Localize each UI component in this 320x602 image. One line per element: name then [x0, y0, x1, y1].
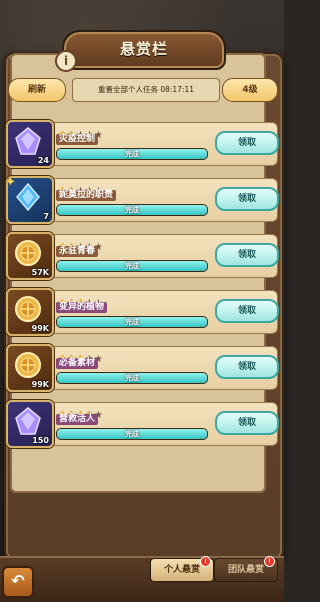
- progress-bar: 完成: [56, 428, 208, 440]
- reward-count: 99K: [31, 324, 49, 333]
- progress-label: 完成: [125, 262, 139, 270]
- top-bar: 刷新 重置全部个人任务 08:17:11 4级: [8, 78, 278, 102]
- star-rating: ★★★★★: [58, 235, 103, 253]
- alert-badge: !: [264, 556, 275, 567]
- quest-name: 灾疫控制: [56, 134, 99, 145]
- claim-button[interactable]: 领取: [215, 299, 279, 323]
- progress-bar: 完成: [56, 316, 208, 328]
- quest-reward-icon[interactable]: 150: [6, 400, 54, 448]
- quest-row: 150 ★★★★★营救活人完成 领取: [6, 400, 279, 448]
- quest-reward-icon[interactable]: 99K: [6, 344, 54, 392]
- quest-row: 99K ★★★★★变异的植物完成 领取: [6, 288, 279, 336]
- progress-label: 完成: [125, 374, 139, 382]
- star-rating: ★★★★★: [58, 123, 103, 141]
- quest-row: 24 ★★★★★灾疫控制完成 领取: [6, 120, 279, 168]
- tab-personal-bounty[interactable]: 个人悬赏 !: [150, 556, 214, 582]
- progress-bar: 完成: [56, 204, 208, 216]
- quest-reward-icon[interactable]: ✦ 7: [5, 175, 54, 224]
- reward-count: 57K: [31, 268, 49, 277]
- tab-team-bounty[interactable]: 团队悬赏 !: [214, 556, 278, 582]
- reset-timer-text: 重置全部个人任务 08:17:11: [72, 78, 220, 102]
- claim-button[interactable]: 领取: [215, 411, 279, 435]
- reward-count: 7: [43, 212, 49, 221]
- progress-bar: 完成: [56, 260, 208, 272]
- level-badge[interactable]: 4级: [222, 78, 278, 102]
- progress-label: 完成: [125, 318, 139, 326]
- progress-bar: 完成: [56, 148, 208, 160]
- progress-label: 完成: [125, 206, 139, 214]
- quest-row: 99K ★★★★★必备素材完成 领取: [6, 344, 279, 392]
- sparkle-icon: ✦: [5, 175, 16, 190]
- quest-name: 永驻青春: [56, 246, 99, 257]
- info-button[interactable]: i: [55, 50, 77, 72]
- claim-button[interactable]: 领取: [215, 131, 279, 155]
- quest-reward-icon[interactable]: 57K: [6, 232, 54, 280]
- quest-row: ✦7★★★★★妮莫拉的职责完成领取: [5, 175, 279, 224]
- reward-count: 24: [37, 156, 49, 165]
- progress-label: 完成: [125, 430, 139, 438]
- quest-name: 必备素材: [56, 358, 99, 369]
- back-button[interactable]: ↶: [2, 566, 34, 598]
- quest-name: 妮莫拉的职责: [56, 190, 117, 201]
- claim-button[interactable]: 领取: [215, 187, 279, 211]
- tab-team-label: 团队悬赏: [227, 565, 264, 575]
- star-rating: ★★★★★: [58, 291, 103, 309]
- reward-count: 150: [32, 436, 49, 445]
- claim-button[interactable]: 领取: [215, 355, 279, 379]
- star-rating: ★★★★★: [58, 403, 103, 421]
- quest-name: 变异的植物: [56, 302, 108, 313]
- alert-badge: !: [200, 556, 211, 567]
- progress-bar: 完成: [56, 372, 208, 384]
- quest-name: 营救活人: [56, 414, 99, 425]
- refresh-button[interactable]: 刷新: [8, 78, 66, 102]
- reward-count: 99K: [31, 380, 49, 389]
- progress-label: 完成: [125, 150, 139, 158]
- quest-reward-icon[interactable]: 99K: [6, 288, 54, 336]
- tab-personal-label: 个人悬赏: [163, 565, 200, 575]
- quest-row: 57K ★★★★★永驻青春完成 领取: [6, 232, 279, 280]
- claim-button[interactable]: 领取: [215, 243, 279, 267]
- quest-reward-icon[interactable]: 24: [6, 120, 54, 168]
- star-rating: ★★★★★: [58, 347, 103, 365]
- page-title: 悬赏栏: [119, 40, 168, 58]
- star-rating: ★★★★★: [58, 179, 103, 197]
- title-banner: 悬赏栏: [62, 30, 226, 70]
